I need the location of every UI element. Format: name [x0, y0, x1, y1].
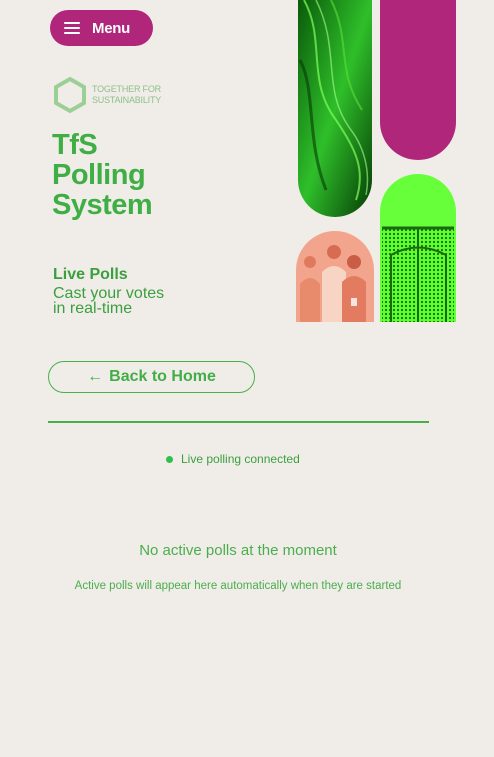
- connection-status: Live polling connected: [166, 452, 300, 466]
- logo-text: TOGETHER FOR SUSTAINABILITY: [92, 84, 161, 106]
- tagline-line-2: in real-time: [53, 300, 133, 317]
- title-line-1: TfS: [52, 129, 98, 161]
- logo-line-1: TOGETHER FOR: [92, 84, 161, 94]
- arrow-left-icon: ←: [87, 368, 104, 385]
- tagline: Cast your votes in real-time: [53, 285, 213, 317]
- title-line-2: Polling: [52, 159, 146, 191]
- empty-state-title: No active polls at the moment: [139, 542, 337, 559]
- hexagon-logo-icon: [54, 76, 86, 114]
- back-button-label: Back to Home: [109, 368, 216, 385]
- title-line-3: System: [52, 189, 153, 221]
- divider: [48, 421, 429, 423]
- logo: TOGETHER FOR SUSTAINABILITY: [52, 76, 161, 114]
- green-swirl-image: [298, 0, 372, 217]
- status-text: Live polling connected: [181, 452, 300, 466]
- page-title: TfS Polling System: [52, 129, 153, 221]
- decorative-collage: [296, 0, 456, 322]
- people-photo: [296, 231, 374, 322]
- green-arch-pattern: [380, 174, 456, 322]
- menu-button[interactable]: Menu: [50, 10, 153, 46]
- status-dot-icon: [166, 455, 173, 463]
- empty-state-subtitle: Active polls will appear here automatica…: [74, 580, 402, 592]
- back-to-home-button[interactable]: ← Back to Home: [48, 361, 255, 393]
- menu-label: Menu: [92, 19, 130, 37]
- section-title: Live Polls: [53, 266, 128, 283]
- tagline-line-1: Cast your votes: [53, 285, 165, 302]
- hamburger-icon: [64, 22, 80, 34]
- magenta-shape: [380, 0, 456, 160]
- logo-line-2: SUSTAINABILITY: [92, 95, 162, 105]
